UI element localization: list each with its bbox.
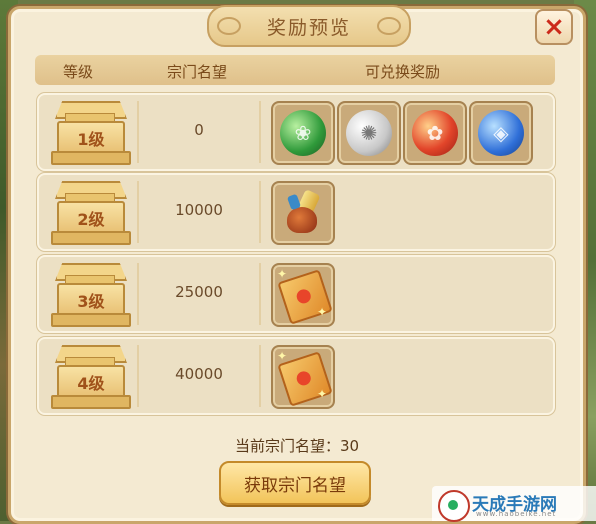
level-label: 1级 bbox=[57, 121, 125, 155]
reputation-value: 25000 bbox=[175, 283, 223, 301]
green-beast-orb-icon: ❀ bbox=[280, 110, 326, 156]
close-button[interactable]: × bbox=[535, 9, 573, 45]
reward-item[interactable]: ✿ bbox=[403, 101, 467, 165]
reward-item[interactable]: ✦ ✦ bbox=[271, 263, 335, 327]
panel-title: 奖励预览 bbox=[266, 16, 351, 39]
cloud-ornament-icon bbox=[377, 17, 401, 35]
title-plaque: 奖励预览 bbox=[207, 5, 411, 47]
table-row: 2级 10000 bbox=[37, 173, 555, 251]
reward-item[interactable] bbox=[271, 181, 335, 245]
header-level: 等级 bbox=[63, 63, 94, 81]
level-label: 2级 bbox=[57, 201, 125, 235]
reputation-value: 40000 bbox=[175, 365, 223, 383]
header-reputation: 宗门名望 bbox=[167, 63, 228, 81]
current-reputation-label: 当前宗门名望： bbox=[234, 437, 340, 455]
table-header: 等级 宗门名望 可兑换奖励 bbox=[35, 55, 555, 85]
watermark: 天成手游网 www.haobeike.net bbox=[432, 486, 596, 522]
reward-preview-panel: 奖励预览 × 等级 宗门名望 可兑换奖励 1级 0 ❀ ✺ ✿ ◈ 2级 100… bbox=[8, 5, 586, 524]
level-badge: 3级 bbox=[51, 263, 131, 327]
level-badge: 2级 bbox=[51, 181, 131, 245]
blue-turtle-orb-icon: ◈ bbox=[478, 110, 524, 156]
level-label: 3级 bbox=[57, 283, 125, 317]
get-reputation-button[interactable]: 获取宗门名望 bbox=[219, 461, 371, 505]
close-icon: × bbox=[543, 12, 565, 42]
reward-item[interactable]: ◈ bbox=[469, 101, 533, 165]
white-tiger-orb-icon: ✺ bbox=[346, 110, 392, 156]
table-row: 4级 40000 ✦ ✦ bbox=[37, 337, 555, 415]
current-reputation: 当前宗门名望：30 bbox=[11, 435, 583, 456]
table-row: 1级 0 ❀ ✺ ✿ ◈ bbox=[37, 93, 555, 171]
reward-item[interactable]: ❀ bbox=[271, 101, 335, 165]
table-row: 3级 25000 ✦ ✦ bbox=[37, 255, 555, 333]
current-reputation-value: 30 bbox=[339, 437, 360, 455]
level-label: 4级 bbox=[57, 365, 125, 399]
site-logo-icon bbox=[438, 490, 470, 522]
reputation-value: 10000 bbox=[175, 201, 223, 219]
watermark-url: www.haobeike.net bbox=[476, 510, 557, 518]
level-badge: 1级 bbox=[51, 101, 131, 165]
item-pouch-icon bbox=[283, 189, 323, 235]
level-badge: 4级 bbox=[51, 345, 131, 409]
cloud-ornament-icon bbox=[217, 17, 241, 35]
red-phoenix-orb-icon: ✿ bbox=[412, 110, 458, 156]
header-rewards: 可兑换奖励 bbox=[365, 63, 441, 81]
reputation-value: 0 bbox=[194, 121, 204, 139]
reward-item[interactable]: ✺ bbox=[337, 101, 401, 165]
reward-item[interactable]: ✦ ✦ bbox=[271, 345, 335, 409]
